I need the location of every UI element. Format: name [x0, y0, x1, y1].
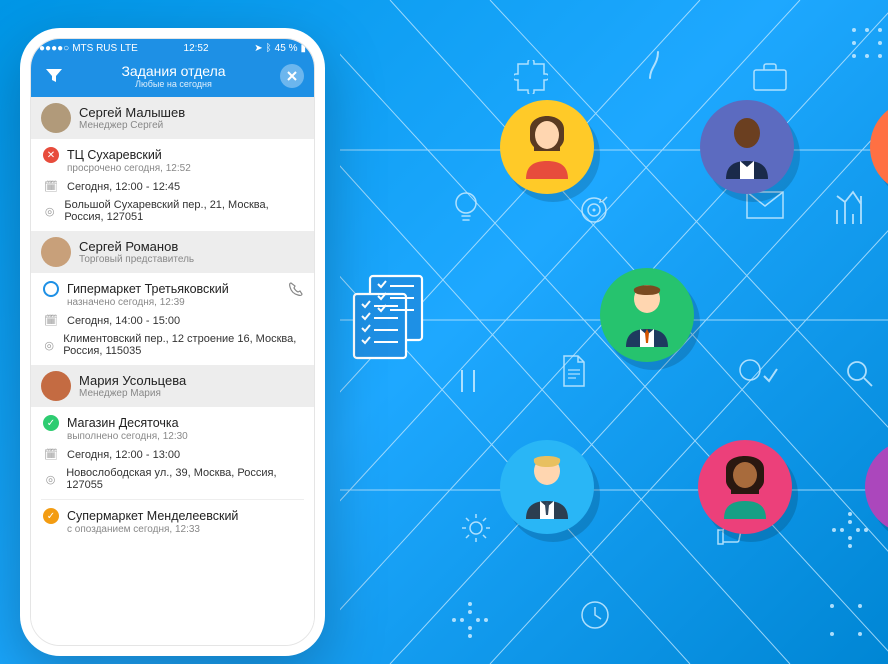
location-icon: ◎	[43, 205, 56, 218]
calendar-icon: 🗓	[43, 180, 59, 193]
task-title: ТЦ Сухаревский	[67, 148, 304, 162]
avatar-person	[500, 440, 594, 534]
approve-icon	[738, 358, 778, 390]
status-done-icon: ✓	[43, 415, 59, 431]
call-icon[interactable]	[288, 281, 304, 300]
manager-name: Сергей Малышев	[79, 105, 185, 120]
task-status-text: просрочено сегодня, 12:52	[67, 163, 304, 174]
avatar-person	[600, 268, 694, 362]
status-bar: ●●●●○ MTS RUS LTE 12:52 ➤ ᛒ 45 % ▮	[31, 39, 314, 57]
checklist-icon	[346, 272, 436, 371]
calendar-icon: 🗓	[43, 314, 59, 327]
avatar-person	[500, 100, 594, 194]
task-item[interactable]: Гипермаркет Третьяковский назначено сего…	[31, 273, 314, 365]
bluetooth-icon: ᛒ	[266, 43, 272, 54]
puzzle-icon	[514, 60, 548, 94]
battery-icon: ▮	[300, 43, 306, 54]
task-title: Магазин Десяточка	[67, 416, 304, 430]
task-address: Новослободская ул., 39, Москва, Россия, …	[66, 467, 304, 491]
location-icon: ➤	[254, 43, 262, 54]
avatar-person	[865, 440, 888, 534]
manager-row[interactable]: Сергей Романов Торговый представитель	[31, 231, 314, 273]
pause-icon	[458, 368, 478, 394]
avatar-person	[700, 100, 794, 194]
signal-icon: ●●●●○	[39, 43, 69, 54]
carrier-label: MTS RUS	[72, 43, 117, 54]
document-icon	[560, 354, 588, 388]
avatar	[41, 103, 71, 133]
bulb-icon	[453, 190, 479, 226]
phone-screen: ●●●●○ MTS RUS LTE 12:52 ➤ ᛒ 45 % ▮ Задан…	[30, 38, 315, 646]
plus-dots-icon	[450, 600, 490, 640]
clock-icon	[580, 600, 610, 630]
avatar	[41, 237, 71, 267]
status-late-icon: ✓	[43, 508, 59, 524]
search-icon	[846, 360, 874, 388]
status-overdue-icon: ✕	[43, 147, 59, 163]
header-subtitle: Любые на сегодня	[67, 79, 280, 89]
filter-button[interactable]	[41, 63, 67, 89]
flourish-icon	[636, 40, 664, 80]
gear-icon	[460, 512, 492, 544]
target-icon	[580, 196, 608, 224]
manager-row[interactable]: Сергей Малышев Менеджер Сергей	[31, 97, 314, 139]
mail-icon	[745, 190, 785, 220]
network-label: LTE	[120, 43, 138, 54]
avatar-person	[698, 440, 792, 534]
plus-dots-icon	[830, 510, 870, 550]
task-time: Сегодня, 14:00 - 15:00	[67, 315, 180, 327]
app-header: Задания отдела Любые на сегодня	[31, 57, 314, 97]
location-icon: ◎	[43, 339, 55, 352]
manager-role: Менеджер Мария	[79, 388, 186, 399]
status-assigned-icon	[43, 281, 59, 297]
task-address: Климентовский пер., 12 строение 16, Моск…	[63, 333, 304, 357]
thumb-up-icon	[714, 516, 744, 546]
clock-label: 12:52	[184, 43, 209, 54]
manager-role: Менеджер Сергей	[79, 120, 185, 131]
task-title: Супермаркет Менделеевский	[67, 509, 304, 523]
avatar	[41, 371, 71, 401]
task-status-text: назначено сегодня, 12:39	[67, 297, 304, 308]
task-item[interactable]: ✕ ТЦ Сухаревский просрочено сегодня, 12:…	[31, 139, 314, 231]
task-address: Большой Сухаревский пер., 21, Москва, Ро…	[64, 199, 304, 223]
task-item[interactable]: ✓ Магазин Десяточка выполнено сегодня, 1…	[31, 407, 314, 499]
close-button[interactable]	[280, 64, 304, 88]
battery-label: 45 %	[275, 43, 298, 54]
dots-grid-icon	[850, 26, 884, 60]
task-status-text: с опозданием сегодня, 12:33	[67, 524, 304, 535]
dots-small-icon	[826, 600, 866, 640]
task-title: Гипермаркет Третьяковский	[67, 282, 304, 296]
manager-name: Мария Усольцева	[79, 373, 186, 388]
location-icon: ◎	[43, 473, 58, 486]
task-time: Сегодня, 12:00 - 12:45	[67, 181, 180, 193]
task-item[interactable]: ✓ Супермаркет Менделеевский с опозданием…	[31, 500, 314, 543]
task-list[interactable]: Сергей Малышев Менеджер Сергей ✕ ТЦ Суха…	[31, 97, 314, 645]
chart-icon	[835, 190, 875, 226]
phone-frame: ●●●●○ MTS RUS LTE 12:52 ➤ ᛒ 45 % ▮ Задан…	[20, 28, 325, 656]
manager-role: Торговый представитель	[79, 254, 194, 265]
task-status-text: выполнено сегодня, 12:30	[67, 431, 304, 442]
header-title: Задания отдела	[67, 63, 280, 79]
manager-row[interactable]: Мария Усольцева Менеджер Мария	[31, 365, 314, 407]
briefcase-icon	[752, 60, 788, 92]
calendar-icon: 🗓	[43, 448, 59, 461]
avatar-person	[870, 100, 888, 194]
manager-name: Сергей Романов	[79, 239, 194, 254]
task-time: Сегодня, 12:00 - 13:00	[67, 449, 180, 461]
